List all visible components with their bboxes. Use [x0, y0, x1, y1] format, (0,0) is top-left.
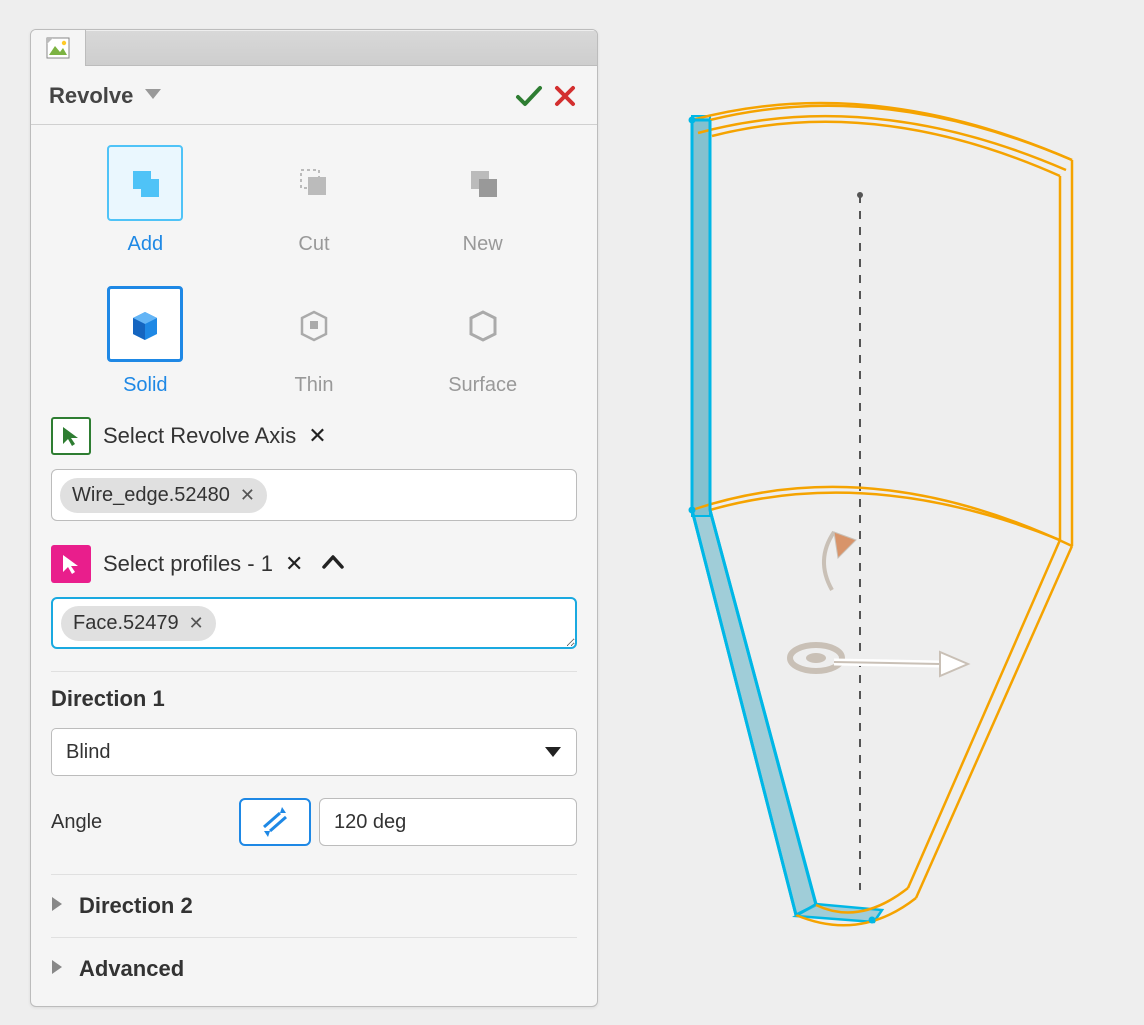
expand-right-icon — [51, 959, 63, 980]
feature-title: Revolve — [49, 83, 133, 109]
type-solid[interactable]: Solid — [107, 286, 183, 397]
collapse-profiles-icon[interactable] — [321, 554, 345, 575]
direction2-section: Direction 2 — [31, 874, 597, 937]
select-profile-cursor-icon[interactable] — [51, 545, 91, 583]
axis-section: Select Revolve Axis ✕ Wire_edge.52480 ✕ — [31, 403, 597, 543]
direction1-type-dropdown[interactable]: Blind — [51, 728, 577, 776]
type-thin-label: Thin — [295, 374, 334, 397]
solid-icon — [123, 302, 167, 346]
op-new[interactable]: New — [445, 145, 521, 256]
op-new-label: New — [463, 233, 503, 256]
flip-direction-button[interactable] — [239, 798, 311, 846]
op-cut[interactable]: Cut — [276, 145, 352, 256]
operation-grid: Add Cut New — [31, 125, 597, 403]
type-thin[interactable]: Thin — [276, 286, 352, 397]
swap-arrows-icon — [258, 807, 292, 837]
advanced-header: Advanced — [79, 956, 184, 982]
tab-inactive-area[interactable] — [86, 30, 597, 65]
direction1-type-value: Blind — [66, 741, 110, 764]
advanced-section: Advanced — [31, 937, 597, 1006]
angle-input[interactable] — [319, 798, 577, 846]
profile-chip-box[interactable]: Face.52479 ✕ — [51, 597, 577, 649]
select-profile-label: Select profiles - 1 — [103, 551, 273, 577]
direction1-section: Direction 1 Blind Angle — [31, 671, 597, 874]
profile-chip[interactable]: Face.52479 ✕ — [61, 606, 216, 641]
select-axis-label: Select Revolve Axis — [103, 423, 296, 449]
direction1-header: Direction 1 — [51, 671, 577, 728]
direction2-header: Direction 2 — [79, 893, 193, 919]
axis-chip-remove[interactable]: ✕ — [240, 485, 255, 506]
op-cut-label: Cut — [298, 233, 329, 256]
axis-chip-box[interactable]: Wire_edge.52480 ✕ — [51, 469, 577, 521]
select-axis-cursor-icon[interactable] — [51, 417, 91, 455]
revolve-panel: Revolve Add — [30, 29, 598, 1007]
add-icon — [125, 163, 165, 203]
profile-chip-remove[interactable]: ✕ — [189, 613, 204, 634]
op-add[interactable]: Add — [107, 145, 183, 256]
3d-viewport[interactable] — [620, 50, 1120, 980]
type-solid-label: Solid — [123, 374, 167, 397]
op-add-label: Add — [128, 233, 164, 256]
close-icon — [553, 84, 577, 108]
thin-icon — [292, 302, 336, 346]
confirm-button[interactable] — [511, 78, 547, 114]
tab-image-placeholder[interactable] — [31, 30, 86, 66]
image-placeholder-icon — [46, 37, 70, 59]
profile-chip-text: Face.52479 — [73, 612, 179, 635]
chevron-down-icon — [544, 746, 562, 758]
surface-icon — [461, 302, 505, 346]
cancel-button[interactable] — [547, 78, 583, 114]
cut-icon — [294, 163, 334, 203]
feature-dropdown-icon[interactable] — [143, 87, 163, 106]
expand-right-icon — [51, 896, 63, 917]
angle-label: Angle — [51, 811, 239, 834]
type-surface[interactable]: Surface — [445, 286, 521, 397]
advanced-toggle[interactable]: Advanced — [51, 937, 577, 1000]
direction2-toggle[interactable]: Direction 2 — [51, 874, 577, 937]
check-icon — [515, 84, 543, 108]
feature-header: Revolve — [31, 66, 597, 125]
profile-section: Select profiles - 1 ✕ Face.52479 ✕ — [31, 543, 597, 671]
revolve-preview-icon — [620, 50, 1120, 980]
axis-chip-text: Wire_edge.52480 — [72, 484, 230, 507]
type-surface-label: Surface — [448, 374, 517, 397]
new-icon — [463, 163, 503, 203]
clear-profiles-button[interactable]: ✕ — [285, 551, 303, 577]
axis-chip[interactable]: Wire_edge.52480 ✕ — [60, 478, 267, 513]
clear-axis-button[interactable]: ✕ — [308, 423, 326, 449]
tab-header — [31, 30, 597, 66]
